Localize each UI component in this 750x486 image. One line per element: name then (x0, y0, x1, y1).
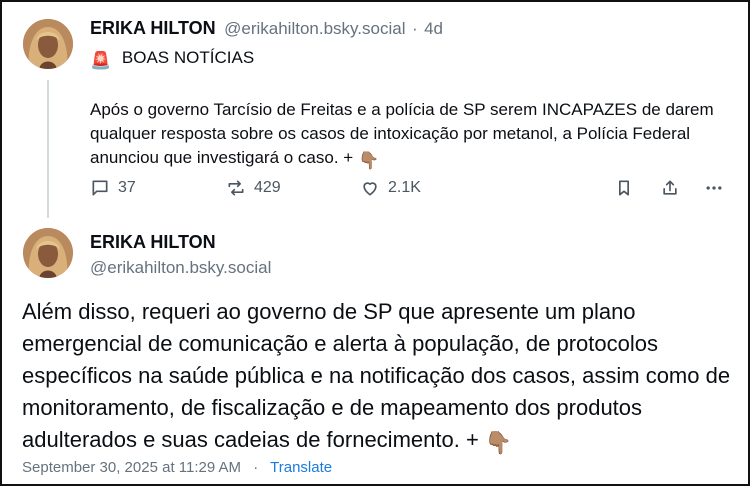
pointing-down-icon: 👇🏽 (357, 151, 380, 170)
footer-separator: · (253, 459, 259, 476)
header-separator: · (411, 19, 418, 38)
ellipsis-icon (706, 186, 722, 190)
like-count: 2.1K (388, 179, 421, 196)
post-body: Após o governo Tarcísio de Freitas e a p… (90, 98, 730, 173)
more-options-button[interactable] (704, 178, 724, 198)
author-name[interactable]: ERIKA HILTON (90, 18, 216, 38)
pointing-down-icon: 👇🏽 (484, 430, 513, 455)
post-header: ERIKA HILTON @erikahilton.bsky.social · … (90, 18, 443, 39)
bookmark-button[interactable] (614, 178, 634, 198)
post-age[interactable]: 4d (424, 19, 443, 38)
heart-icon (363, 182, 377, 196)
post-body-text: Além disso, requeri ao governo de SP que… (22, 299, 731, 452)
author-handle[interactable]: @erikahilton.bsky.social (224, 19, 405, 38)
avatar-image (23, 228, 73, 278)
reply-count: 37 (118, 179, 136, 196)
author-name[interactable]: ERIKA HILTON (90, 232, 216, 253)
post-thread-card: ERIKA HILTON @erikahilton.bsky.social · … (0, 0, 750, 486)
post-headline: 🚨 BOAS NOTÍCIAS (90, 46, 254, 73)
post-actions: 37 429 2.1K (90, 178, 730, 202)
headline-text: BOAS NOTÍCIAS (121, 48, 255, 67)
post-body-text: Após o governo Tarcísio de Freitas e a p… (90, 100, 714, 167)
post-body: Além disso, requeri ao governo de SP que… (22, 296, 734, 459)
share-icon (663, 180, 677, 195)
repost-button[interactable]: 429 (226, 178, 281, 198)
avatar-image (23, 19, 73, 69)
thread-connector (47, 80, 49, 218)
siren-icon: 🚨 (90, 51, 112, 70)
post-timestamp[interactable]: September 30, 2025 at 11:29 AM (22, 459, 241, 476)
repost-arrows-icon (228, 180, 244, 196)
post-footer: September 30, 2025 at 11:29 AM · Transla… (22, 459, 332, 476)
like-button[interactable]: 2.1K (360, 178, 421, 198)
author-handle[interactable]: @erikahilton.bsky.social (90, 258, 271, 278)
bookmark-icon (619, 180, 629, 196)
translate-link[interactable]: Translate (270, 459, 332, 476)
avatar[interactable] (23, 228, 73, 278)
reply-button[interactable]: 37 (90, 178, 136, 198)
repost-count: 429 (254, 179, 281, 196)
avatar[interactable] (23, 19, 73, 69)
share-button[interactable] (660, 178, 680, 198)
speech-bubble-icon (92, 180, 108, 196)
